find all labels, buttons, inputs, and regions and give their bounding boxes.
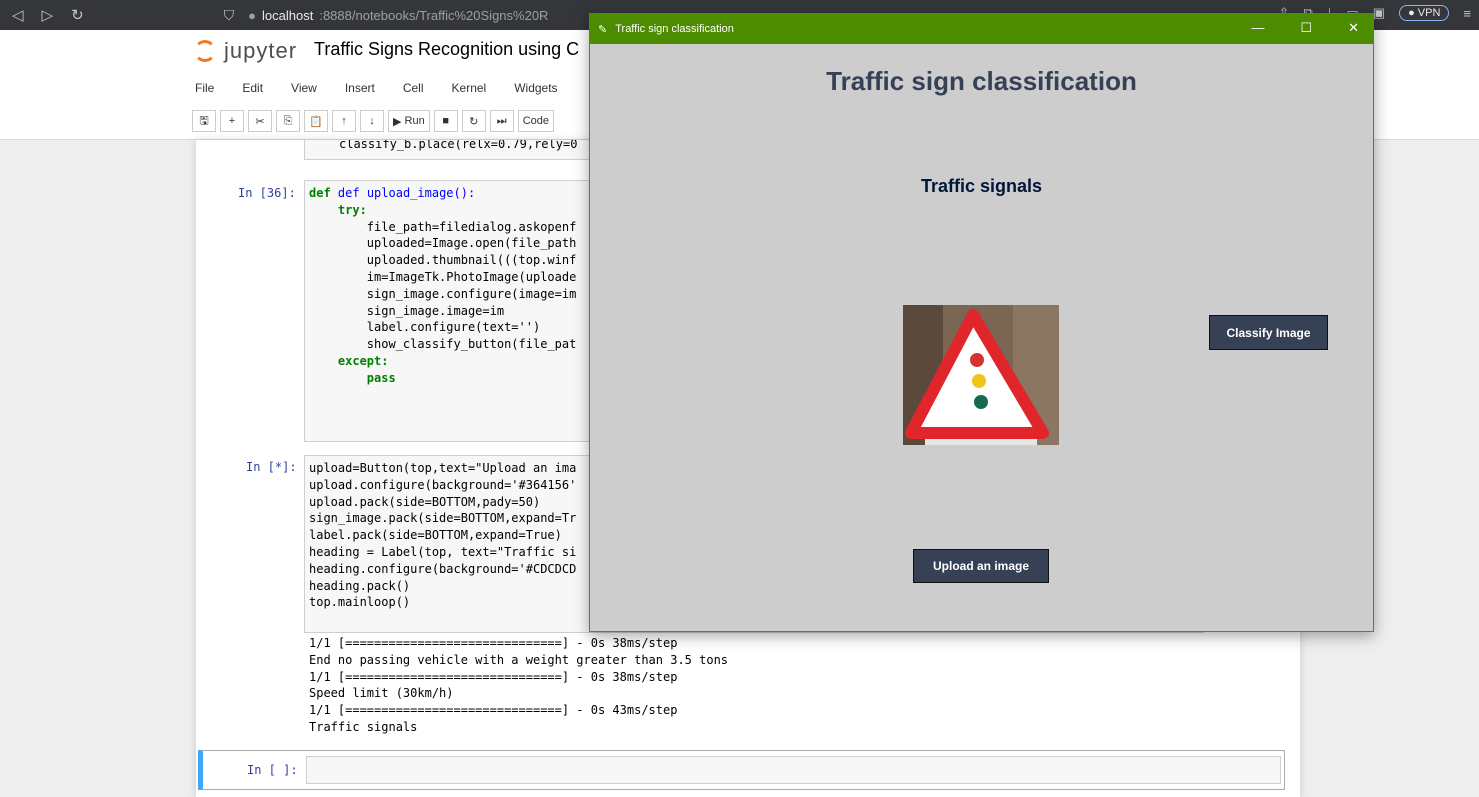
output-line: 1/1 [==============================] - 0… [309,669,678,684]
url-path: :8888/notebooks/Traffic%20Signs%20Recogn… [319,7,549,23]
menu-file[interactable]: File [195,81,214,95]
tk-title-bar: ✎ Traffic sign classification — ☐ ✕ [590,14,1373,44]
code-line: file_path=filedialog.askopenf [309,219,577,234]
paste-icon[interactable]: 📋 [304,110,328,132]
run-label: Run [404,115,425,127]
restart-icon[interactable]: ↻ [461,110,486,132]
code-line: classify_b.place(relx=0.79,rely=0 [339,140,578,151]
code-line: heading.configure(background='#CDCDCD [309,561,577,576]
url-host: localhost [262,7,314,23]
menu-view[interactable]: View [291,81,317,95]
code-line: sign_image.pack(side=BOTTOM,expand=Tr [309,511,577,526]
code-line: upload=Button(top,text="Upload an ima [309,461,577,475]
copy-icon[interactable]: ⎘ [276,110,300,132]
output-line: Speed limit (30km/h) [309,686,454,701]
code-line: sign_image.image=im [309,303,505,318]
code-line: upload.pack(side=BOTTOM,pady=50) [309,494,541,509]
forward-icon[interactable]: ▷ [42,6,54,24]
output-line: 1/1 [==============================] - 0… [309,703,678,718]
notebook-toolbar: 🖫 + ✂ ⎘ 📋 ↑ ↓ ▶ Run ■ ↻ ⏭ Code [192,110,554,132]
cell-prompt: In [36]: [238,186,296,200]
output-line: 1/1 [==============================] - 0… [309,636,678,650]
code-line: uploaded.thumbnail(((top.winf [309,253,577,268]
code-line: top.mainloop() [309,595,411,610]
move-down-icon[interactable]: ↓ [360,110,384,132]
tk-window: ✎ Traffic sign classification — ☐ ✕ Traf… [589,13,1374,632]
jupyter-logo-icon [194,40,216,62]
sign-image [903,305,1059,445]
output-line: End no passing vehicle with a weight gre… [309,652,729,667]
feather-icon: ✎ [598,23,608,36]
reload-icon[interactable]: ↻ [71,6,84,24]
run-button[interactable]: ▶ Run [388,110,430,132]
browser-nav: ◁ ▷ ↻ [12,6,84,24]
cell-prompt: In [*]: [246,460,297,474]
menu-bar: File Edit View Insert Cell Kernel Widget… [195,81,558,95]
code-line: upload.configure(background='#364156' [309,477,577,492]
maximize-icon[interactable]: ☐ [1300,20,1312,36]
tk-heading: Traffic sign classification [826,66,1137,96]
code-line: label.configure(text='') [309,320,541,335]
restart-run-all-icon[interactable]: ⏭ [489,110,514,132]
menu-cell[interactable]: Cell [403,81,424,95]
minimize-icon[interactable]: — [1251,20,1264,36]
code-text: def upload_image(): [337,186,476,200]
stop-icon[interactable]: ■ [433,110,458,132]
cell-output: 1/1 [==============================] - 0… [309,635,728,736]
result-label: Traffic signals [920,176,1043,196]
selected-cell[interactable]: In [ ]: [198,750,1285,790]
upload-image-button[interactable]: Upload an image [913,549,1049,583]
bookmark-icon[interactable]: ⛉ [224,7,235,24]
code-line: im=ImageTk.PhotoImage(uploade [309,269,577,284]
traffic-signal-sign-icon [903,305,1059,445]
output-line: Traffic signals [309,719,418,734]
menu-widgets[interactable]: Widgets [514,81,557,95]
menu-kernel[interactable]: Kernel [452,81,487,95]
classify-image-button[interactable]: Classify Image [1209,315,1328,350]
code-line: sign_image.configure(image=im [309,286,577,301]
cut-icon[interactable]: ✂ [248,110,272,132]
vpn-label: VPN [1417,7,1441,19]
menu-edit[interactable]: Edit [242,81,263,95]
code-line: show_classify_button(file_pat [309,337,577,352]
vpn-badge[interactable]: ● VPN [1399,5,1450,21]
menu-icon[interactable]: ≡ [1463,6,1471,21]
code-line: label.pack(side=BOTTOM,expand=True) [309,528,562,543]
cell-prompt: In [ ]: [247,763,298,777]
menu-insert[interactable]: Insert [345,81,375,95]
code-text: try: [309,202,367,217]
add-cell-icon[interactable]: + [220,110,244,132]
code-line: except: [309,353,389,368]
close-icon[interactable]: ✕ [1348,20,1359,36]
window-controls: — ☐ ✕ [1251,20,1359,36]
code-line: pass [309,370,396,385]
notebook-title[interactable]: Traffic Signs Recognition using C [314,39,579,60]
jupyter-wordmark: jupyter [224,38,298,63]
cell-type-select[interactable]: Code [517,110,554,132]
tk-window-title: Traffic sign classification [615,23,734,35]
wallet-icon[interactable]: ▣ [1373,5,1385,21]
move-up-icon[interactable]: ↑ [332,110,356,132]
site-info-icon[interactable]: ● [248,8,256,23]
code-line: heading = Label(top, text="Traffic si [309,544,577,559]
address-bar[interactable]: ● localhost :8888/notebooks/Traffic%20Sig… [248,8,548,23]
empty-code-input[interactable] [306,756,1281,784]
code-line: uploaded=Image.open(file_path [309,236,577,251]
jupyter-logo[interactable]: jupyter [194,38,297,64]
back-icon[interactable]: ◁ [12,6,24,24]
code-line: heading.pack() [309,578,411,593]
code-line: def def upload_image(): [309,186,476,200]
code-line: try: [309,202,576,219]
save-icon[interactable]: 🖫 [192,110,216,132]
